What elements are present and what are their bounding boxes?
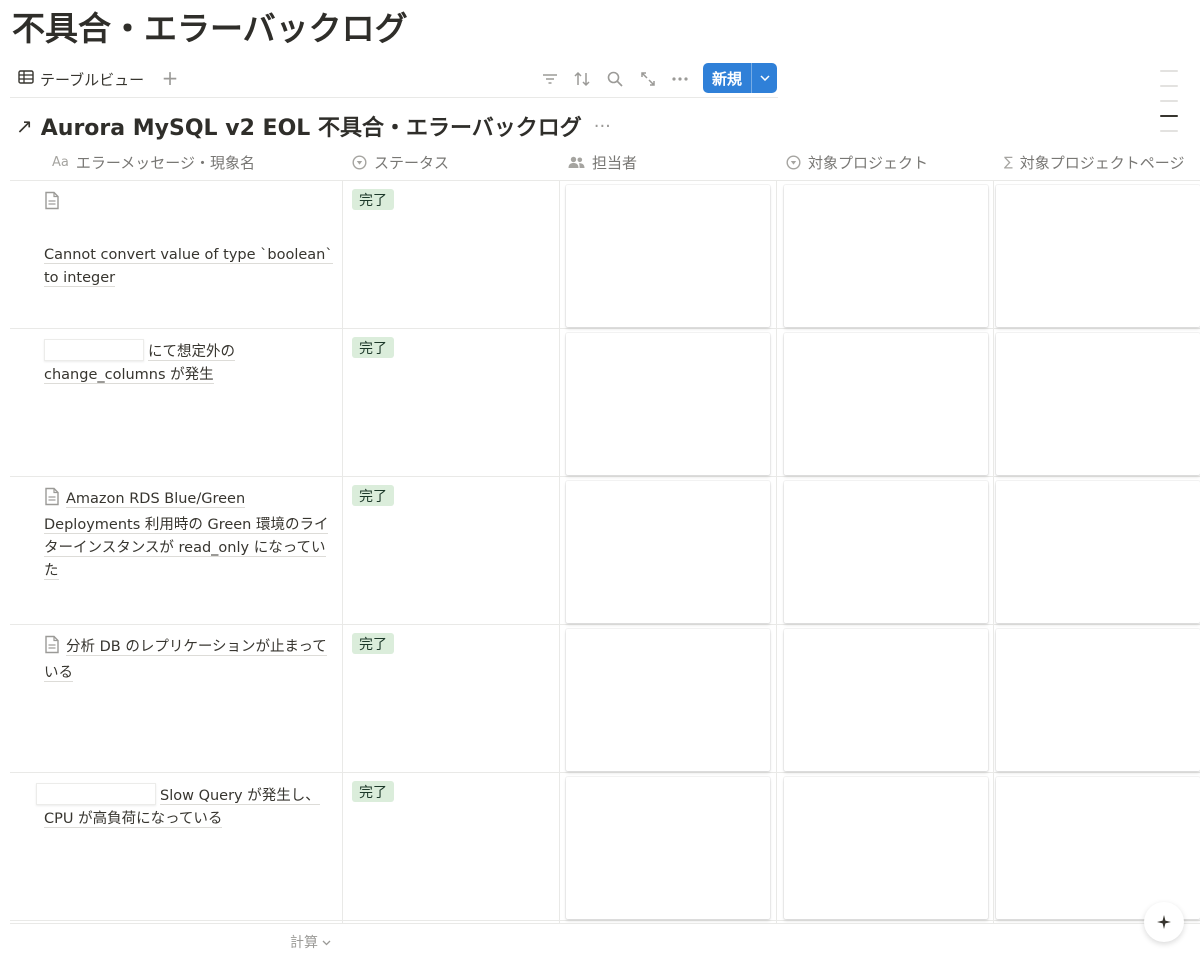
column-header-assignee[interactable]: 担当者 [568,145,637,180]
outline-item[interactable] [1160,70,1178,72]
status-badge[interactable]: 完了 [352,485,394,506]
column-header-label: エラーメッセージ・現象名 [75,154,255,172]
status-badge[interactable]: 完了 [352,781,394,802]
assignee-cell[interactable] [566,185,770,327]
tab-label: テーブルビュー [40,70,145,89]
outline-item[interactable] [1160,85,1178,87]
filter-icon[interactable] [539,68,561,90]
project-cell[interactable] [784,629,988,771]
project-cell[interactable] [784,185,988,327]
add-view-button[interactable]: + [160,65,180,91]
column-divider [342,181,343,923]
chevron-down-icon [322,934,331,950]
table-row[interactable]: Slow Query が発生し、CPU が高負荷になっている 完了 [10,773,1200,921]
table-row[interactable]: にて想定外の change_columns が発生 完了 [10,329,1200,477]
project-page-cell[interactable] [996,777,1200,919]
page-title: 不具合・エラーバックログ [12,9,408,48]
column-header-status[interactable]: ステータス [352,145,449,180]
status-badge[interactable]: 完了 [352,337,394,358]
project-page-cell[interactable] [996,185,1200,327]
project-page-cell[interactable] [996,481,1200,623]
table-icon [18,70,34,88]
tab-table-view[interactable]: テーブルビュー [18,66,144,92]
project-cell[interactable] [784,333,988,475]
row-name-cell[interactable]: 分析 DB のレプリケーションが止まっている [44,635,334,685]
text-icon: Aa [52,155,69,170]
page-icon [44,191,328,218]
outline-item[interactable] [1160,100,1178,102]
table-row[interactable]: Cannot convert value of type `boolean` t… [10,181,1200,329]
status-badge[interactable]: 完了 [352,189,394,210]
assignee-cell[interactable] [566,333,770,475]
table-header: Aa エラーメッセージ・現象名 ステータス 担当者 対象プロジェクト ∑ 対象プ… [10,145,1200,181]
project-page-cell[interactable] [996,629,1200,771]
outline-item[interactable] [1160,130,1178,132]
new-button[interactable]: 新規 [703,63,777,93]
redacted-text [44,339,144,361]
table-row[interactable]: 分析 DB のレプリケーションが止まっている 完了 [10,625,1200,773]
chevron-down-icon[interactable] [752,75,777,81]
assignee-cell[interactable] [566,777,770,919]
row-name[interactable]: Amazon RDS Blue/Green Deployments 利用時の G… [44,491,329,580]
row-name[interactable]: Cannot convert value of type `boolean` t… [44,247,333,287]
column-header-name[interactable]: Aa エラーメッセージ・現象名 [52,145,255,180]
status-icon [786,155,801,170]
row-name-cell[interactable]: Slow Query が発生し、CPU が高負荷になっている [36,783,334,831]
assignee-cell[interactable] [566,629,770,771]
sparkle-icon[interactable] [1144,902,1184,942]
column-divider [559,181,560,923]
row-name-cell[interactable]: Amazon RDS Blue/Green Deployments 利用時の G… [44,487,334,583]
column-header-label: 担当者 [592,154,638,172]
outline-item-active[interactable] [1160,115,1178,117]
view-toolbar: テーブルビュー + 新規 [10,60,778,98]
column-divider [776,181,777,923]
status-badge[interactable]: 完了 [352,633,394,654]
sort-icon[interactable] [571,68,593,90]
database-more-icon[interactable]: ··· [594,116,611,137]
sigma-icon: ∑ [1004,155,1013,170]
page-outline[interactable] [1160,70,1180,145]
table-footer: 計算 [10,923,1200,956]
column-header-project[interactable]: 対象プロジェクト [786,145,928,180]
row-name-cell[interactable]: にて想定外の change_columns が発生 [44,339,334,387]
page-icon [44,635,60,662]
expand-icon[interactable] [637,68,659,90]
project-page-cell[interactable] [996,333,1200,475]
people-icon [568,156,585,169]
calculate-label: 計算 [290,935,318,951]
assignee-cell[interactable] [566,481,770,623]
database-title[interactable]: Aurora MySQL v2 EOL 不具合・エラーバックログ [41,110,582,142]
project-cell[interactable] [784,777,988,919]
calculate-button[interactable]: 計算 [290,932,331,952]
column-header-project-page[interactable]: ∑ 対象プロジェクトページ [1004,145,1184,180]
page-icon [44,487,60,514]
table-row[interactable]: Amazon RDS Blue/Green Deployments 利用時の G… [10,477,1200,625]
column-divider [993,181,994,923]
redacted-text [36,783,156,805]
column-header-label: ステータス [374,154,450,172]
column-header-label: 対象プロジェクト [808,154,929,172]
linked-arrow-icon[interactable]: ↗ [16,114,33,138]
row-name-cell[interactable]: Cannot convert value of type `boolean` t… [44,191,334,290]
status-icon [352,155,367,170]
column-header-label: 対象プロジェクトページ [1019,154,1185,172]
more-icon[interactable] [669,68,691,90]
search-icon[interactable] [604,68,626,90]
row-name[interactable]: 分析 DB のレプリケーションが止まっている [44,639,327,682]
database-title-row: ↗ Aurora MySQL v2 EOL 不具合・エラーバックログ ··· [16,110,611,142]
project-cell[interactable] [784,481,988,623]
new-button-label: 新規 [711,69,742,88]
